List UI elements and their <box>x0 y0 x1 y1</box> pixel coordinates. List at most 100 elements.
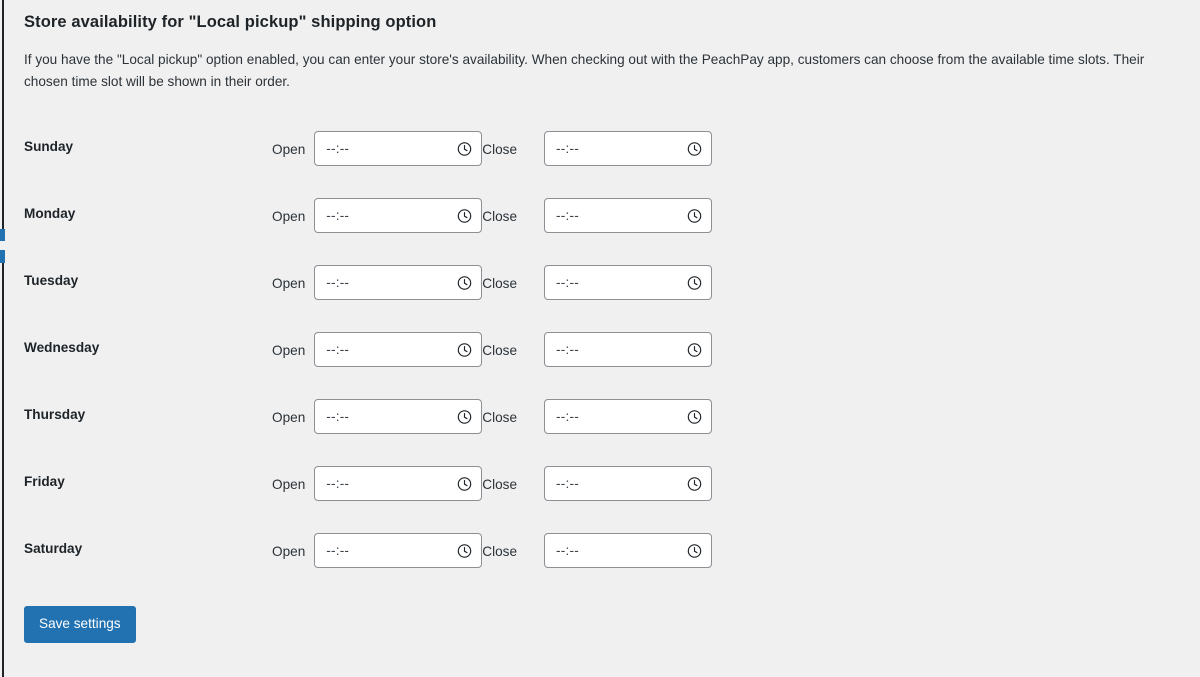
close-label: Close <box>482 476 518 492</box>
open-time-input[interactable]: --:-- <box>314 466 483 502</box>
clock-icon[interactable] <box>687 476 702 491</box>
close-field-cell: --:-- <box>526 249 713 316</box>
table-row-saturday: Saturday Open --:-- Close --:-- <box>24 517 713 584</box>
day-label-cell: Friday <box>24 450 272 517</box>
open-label: Open <box>272 208 306 224</box>
open-label: Open <box>272 275 306 291</box>
close-time-input[interactable]: --:-- <box>544 198 713 234</box>
close-time-input[interactable]: --:-- <box>544 265 713 301</box>
save-row: Save settings <box>24 584 712 643</box>
clock-icon[interactable] <box>687 208 702 223</box>
day-label-cell: Monday <box>24 182 272 249</box>
close-time-value: --:-- <box>556 341 579 357</box>
open-time-input[interactable]: --:-- <box>314 131 483 167</box>
clock-icon[interactable] <box>687 342 702 357</box>
open-time-value: --:-- <box>326 140 350 156</box>
close-time-value: --:-- <box>556 274 579 290</box>
close-field-cell: --:-- <box>526 182 713 249</box>
clock-icon[interactable] <box>687 141 702 156</box>
day-label-cell: Wednesday <box>24 316 272 383</box>
open-time-value: --:-- <box>326 341 350 357</box>
close-time-input[interactable]: --:-- <box>544 533 713 569</box>
open-time-input[interactable]: --:-- <box>314 533 483 569</box>
open-field-cell: --:-- <box>314 383 483 450</box>
day-label-cell: Sunday <box>24 115 272 182</box>
close-label: Close <box>482 141 518 157</box>
close-label: Close <box>482 543 518 559</box>
open-label-cell: Open <box>272 316 314 383</box>
day-label: Saturday <box>24 540 83 556</box>
open-time-input[interactable]: --:-- <box>314 399 483 435</box>
table-row-tuesday: Tuesday Open --:-- Close --:-- <box>24 249 713 316</box>
close-label-cell: Close <box>482 316 526 383</box>
close-time-value: --:-- <box>556 542 579 558</box>
open-label-cell: Open <box>272 450 314 517</box>
open-label-cell: Open <box>272 182 314 249</box>
open-time-value: --:-- <box>326 207 350 223</box>
page-description: If you have the "Local pickup" option en… <box>24 52 1145 89</box>
close-label-cell: Close <box>482 249 526 316</box>
open-field-cell: --:-- <box>314 316 483 383</box>
clock-icon[interactable] <box>457 409 472 424</box>
close-label: Close <box>482 275 518 291</box>
clock-icon[interactable] <box>457 141 472 156</box>
clock-icon[interactable] <box>687 409 702 424</box>
close-time-input[interactable]: --:-- <box>544 332 713 368</box>
day-label-cell: Thursday <box>24 383 272 450</box>
open-label: Open <box>272 342 306 358</box>
table-row-sunday: Sunday Open --:-- Close --:-- <box>24 115 713 182</box>
close-time-input[interactable]: --:-- <box>544 131 713 167</box>
page-title: Store availability for "Local pickup" sh… <box>24 13 437 31</box>
availability-table-body: Sunday Open --:-- Close --:-- Monday Ope… <box>24 115 713 584</box>
open-time-value: --:-- <box>326 408 350 424</box>
open-field-cell: --:-- <box>314 517 483 584</box>
clock-icon[interactable] <box>687 275 702 290</box>
close-field-cell: --:-- <box>526 115 713 182</box>
close-label: Close <box>482 208 518 224</box>
table-row-thursday: Thursday Open --:-- Close --:-- <box>24 383 713 450</box>
day-label: Wednesday <box>24 339 100 355</box>
day-label: Monday <box>24 205 76 221</box>
close-field-cell: --:-- <box>526 383 713 450</box>
clock-icon[interactable] <box>687 543 702 558</box>
open-label: Open <box>272 476 306 492</box>
close-time-value: --:-- <box>556 408 579 424</box>
close-field-cell: --:-- <box>526 316 713 383</box>
close-label-cell: Close <box>482 383 526 450</box>
close-label: Close <box>482 342 518 358</box>
open-label: Open <box>272 141 306 157</box>
close-time-input[interactable]: --:-- <box>544 399 713 435</box>
open-field-cell: --:-- <box>314 115 483 182</box>
close-time-value: --:-- <box>556 207 579 223</box>
open-label-cell: Open <box>272 115 314 182</box>
close-time-input[interactable]: --:-- <box>544 466 713 502</box>
save-settings-button[interactable]: Save settings <box>24 606 136 643</box>
table-row-monday: Monday Open --:-- Close --:-- <box>24 182 713 249</box>
day-label: Tuesday <box>24 272 79 288</box>
open-label: Open <box>272 409 306 425</box>
clock-icon[interactable] <box>457 275 472 290</box>
close-label-cell: Close <box>482 450 526 517</box>
close-time-value: --:-- <box>556 475 579 491</box>
close-time-value: --:-- <box>556 140 579 156</box>
clock-icon[interactable] <box>457 476 472 491</box>
open-time-input[interactable]: --:-- <box>314 198 483 234</box>
clock-icon[interactable] <box>457 208 472 223</box>
clock-icon[interactable] <box>457 543 472 558</box>
store-availability-settings-panel: Store availability for "Local pickup" sh… <box>0 0 1200 677</box>
day-label: Friday <box>24 473 65 489</box>
day-label: Sunday <box>24 138 74 154</box>
clock-icon[interactable] <box>457 342 472 357</box>
day-label: Thursday <box>24 406 86 422</box>
open-time-value: --:-- <box>326 475 350 491</box>
open-label-cell: Open <box>272 517 314 584</box>
close-label: Close <box>482 409 518 425</box>
open-field-cell: --:-- <box>314 450 483 517</box>
open-label-cell: Open <box>272 249 314 316</box>
close-field-cell: --:-- <box>526 450 713 517</box>
open-time-input[interactable]: --:-- <box>314 265 483 301</box>
open-time-input[interactable]: --:-- <box>314 332 483 368</box>
close-field-cell: --:-- <box>526 517 713 584</box>
day-label-cell: Saturday <box>24 517 272 584</box>
open-field-cell: --:-- <box>314 182 483 249</box>
